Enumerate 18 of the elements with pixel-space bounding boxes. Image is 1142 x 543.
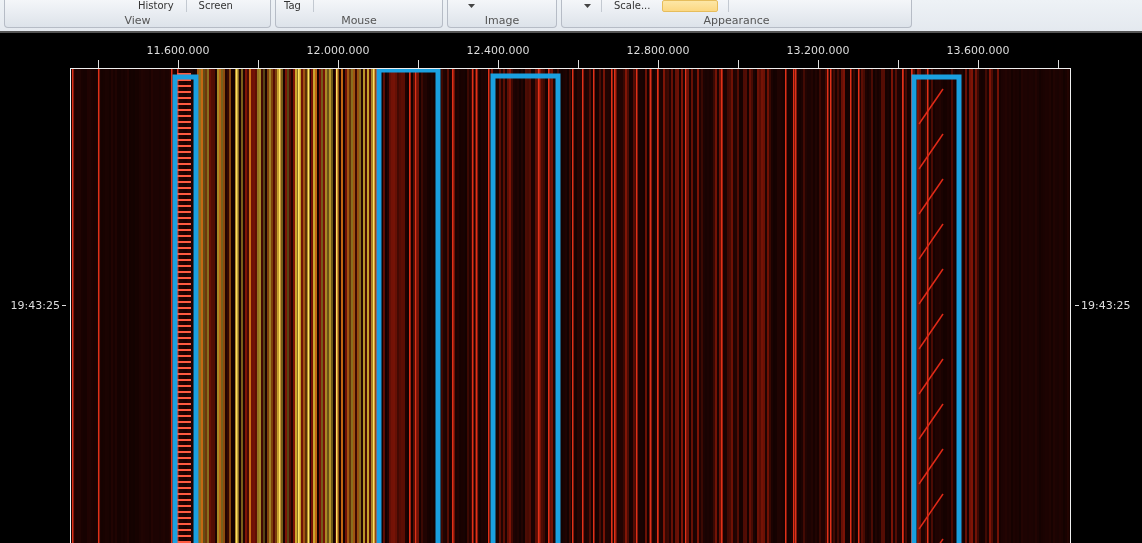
frequency-label: 11.600.000 [146, 44, 210, 57]
group-label: View [123, 13, 152, 27]
frequency-label: 12.800.000 [626, 44, 690, 57]
dropdown-arrow-icon[interactable] [584, 4, 591, 8]
time-label: 19:43:25 [10, 299, 60, 312]
group-label: Mouse [340, 13, 378, 27]
time-label: 19:43:25 [1081, 299, 1131, 312]
frequency-label: 12.000.000 [306, 44, 370, 57]
frequency-label: 13.200.000 [786, 44, 850, 57]
frequency-label: 13.600.000 [946, 44, 1010, 57]
group-label: Image [483, 13, 521, 27]
group-label: Appearance [702, 13, 771, 27]
dropdown-arrow-icon[interactable] [468, 4, 475, 8]
ribbon-button[interactable]: Screen [196, 0, 235, 12]
ribbon-button[interactable]: Tag [282, 0, 303, 12]
frequency-label: 12.400.000 [466, 44, 530, 57]
ribbon-button[interactable]: History [136, 0, 176, 12]
ribbon-button[interactable]: Scale... [612, 0, 653, 12]
